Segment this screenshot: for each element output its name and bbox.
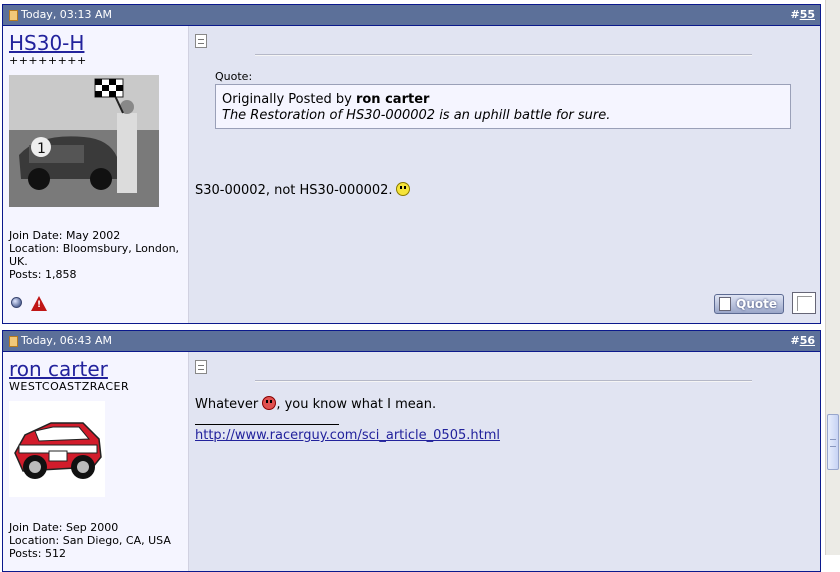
post-56: Today, 06:43 AM #56 ron carter WESTCOAST… (2, 330, 821, 572)
post-header: Today, 06:43 AM #56 (3, 331, 820, 352)
post-55: Today, 03:13 AM #55 HS30-H ++++++++ 1 Jo… (2, 4, 821, 324)
multi-quote-button[interactable] (792, 292, 816, 314)
post-number[interactable]: #56 (790, 331, 815, 351)
message-panel: Quote: Originally Posted by ron carter T… (189, 26, 820, 323)
report-post-icon[interactable]: ! (31, 296, 47, 311)
post-count: Posts: 512 (9, 547, 66, 560)
post-count: Posts: 1,858 (9, 268, 77, 281)
join-date: Join Date: May 2002 (9, 229, 121, 242)
quote-author: ron carter (355, 92, 430, 107)
join-date: Join Date: Sep 2000 (9, 521, 119, 534)
post-header: Today, 03:13 AM #55 (3, 5, 820, 26)
username-link[interactable]: HS30-H (9, 32, 188, 54)
username-link[interactable]: ron carter (9, 358, 188, 380)
quote-text: The Restoration of HS30-000002 is an uph… (222, 108, 611, 123)
post-status-icon (9, 335, 18, 347)
post-status-icon (9, 9, 18, 21)
user-title: ++++++++ (9, 54, 87, 67)
post-number-link[interactable]: 55 (800, 8, 815, 21)
user-info-panel: HS30-H ++++++++ 1 Join Date: May 2002 Lo… (3, 26, 189, 323)
quote-box: Originally Posted by ron carter The Rest… (215, 84, 791, 129)
divider (255, 54, 752, 56)
message-text: Whatever , you know what I mean. (195, 396, 437, 412)
location: Location: Bloomsbury, London, UK. (9, 242, 180, 268)
mad-icon (262, 396, 277, 410)
quote-pen-icon (719, 297, 731, 311)
signature-divider (195, 424, 339, 425)
svg-text:1: 1 (37, 141, 46, 157)
user-info-panel: ron carter WESTCOASTZRACER Join Date: Se… (3, 352, 189, 571)
quote-button[interactable]: Quote (714, 294, 784, 314)
user-details: Join Date: Sep 2000 Location: San Diego,… (9, 521, 187, 560)
divider (255, 380, 752, 382)
post-number-link[interactable]: 56 (800, 334, 815, 347)
user-title: WESTCOASTZRACER (9, 380, 130, 393)
online-status-icon (11, 297, 22, 308)
avatar[interactable] (9, 401, 188, 500)
post-date: Today, 03:13 AM (9, 5, 112, 25)
post-doc-icon (195, 34, 207, 48)
signature-link[interactable]: http://www.racerguy.com/sci_article_0505… (195, 428, 500, 443)
post-date: Today, 06:43 AM (9, 331, 112, 351)
user-details: Join Date: May 2002 Location: Bloomsbury… (9, 229, 181, 281)
post-doc-icon (195, 360, 207, 374)
post-number[interactable]: #55 (790, 5, 815, 25)
smile-icon (395, 182, 410, 196)
message-panel: Whatever , you know what I mean. http://… (189, 352, 820, 571)
avatar[interactable]: 1 (9, 75, 188, 210)
scroll-thumb[interactable] (827, 414, 839, 470)
message-text: S30-00002, not HS30-000002. (195, 182, 410, 198)
quote-attribution: Originally Posted by ron carter (222, 92, 430, 107)
location: Location: San Diego, CA, USA (9, 534, 171, 547)
quote-label: Quote: (215, 70, 253, 83)
vertical-scrollbar[interactable] (825, 0, 840, 555)
